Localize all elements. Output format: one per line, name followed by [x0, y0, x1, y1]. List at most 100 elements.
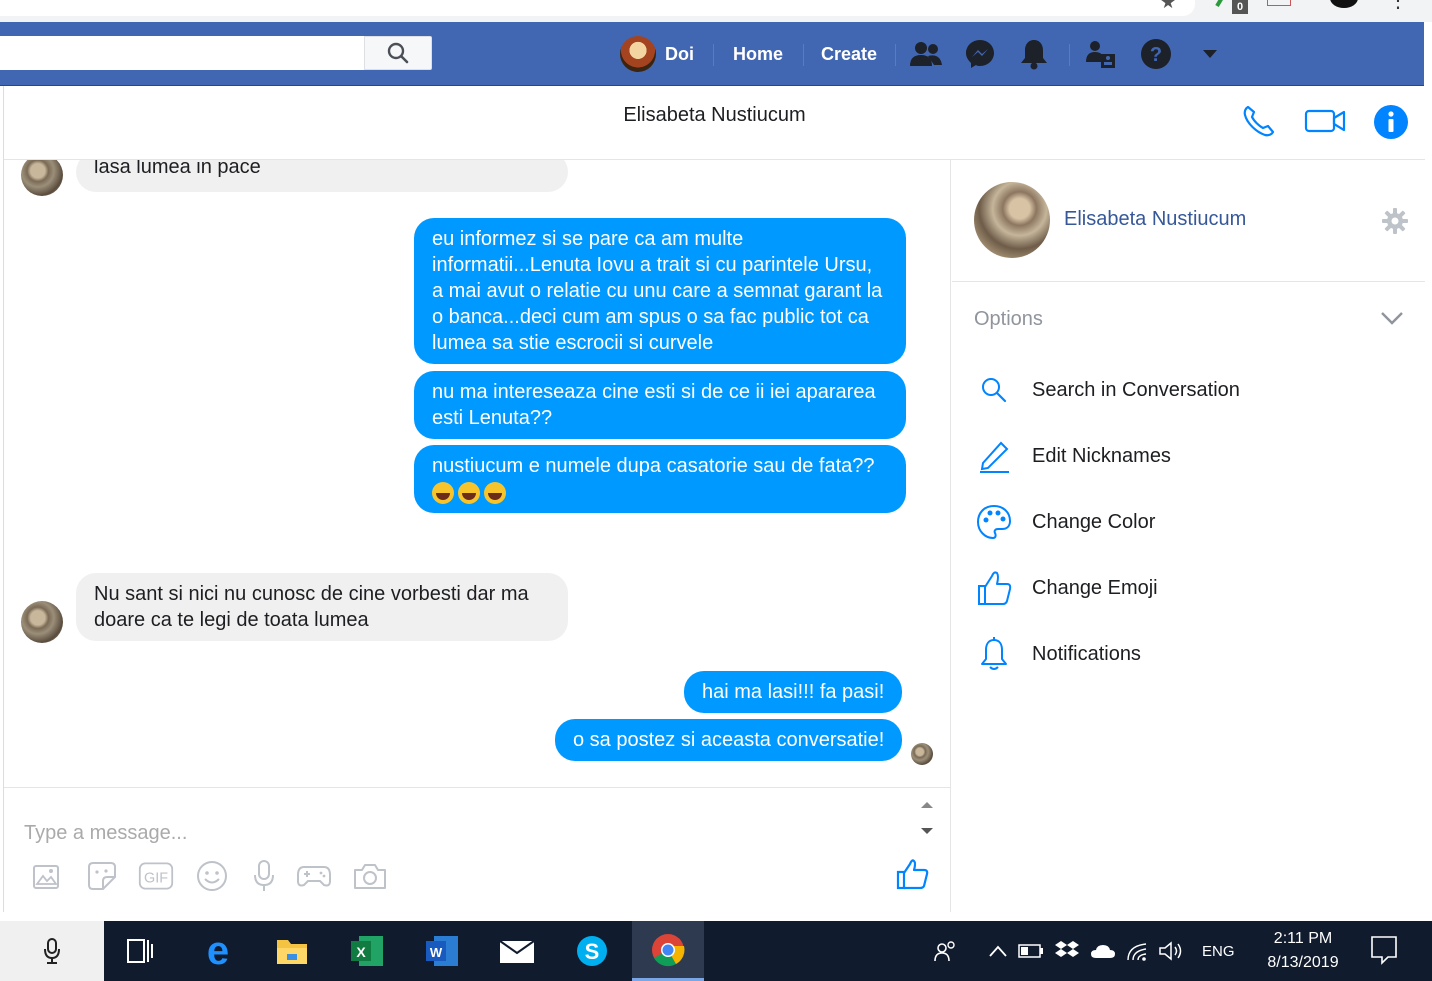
people-icon[interactable]	[934, 939, 958, 963]
message-bubble-incoming: lasa lumea in pace	[76, 160, 568, 192]
option-label: Search in Conversation	[1032, 378, 1240, 401]
bell-icon	[981, 637, 1007, 670]
file-explorer-app[interactable]	[262, 921, 322, 981]
input-language[interactable]: ENG	[1202, 943, 1235, 960]
help-icon[interactable]: ?	[1140, 38, 1172, 70]
message-text: nustiucum e numele dupa casatorie sau de…	[432, 455, 875, 477]
gear-icon[interactable]	[1382, 208, 1408, 234]
svg-text:S: S	[585, 939, 600, 964]
bookmark-star-icon[interactable]: ★	[1160, 0, 1176, 13]
search-icon	[982, 378, 1007, 403]
word-app[interactable]: W	[412, 921, 472, 981]
nav-profile-link[interactable]: Doi	[620, 36, 694, 72]
conversation-header: Elisabeta Nustiucum	[4, 86, 1425, 160]
message-bubble-outgoing: eu informez si se pare ca am multe infor…	[414, 218, 906, 364]
search-button[interactable]	[364, 36, 432, 70]
chrome-app[interactable]	[632, 921, 704, 981]
message-composer: GIF	[4, 787, 951, 912]
composer-scrollbar[interactable]	[916, 794, 938, 842]
nav-profile-name: Doi	[665, 43, 694, 64]
excel-icon: X	[351, 936, 383, 966]
svg-text:?: ?	[1150, 44, 1162, 66]
contact-profile: Elisabeta Nustiucum	[952, 160, 1425, 282]
dropbox-icon[interactable]	[1054, 940, 1080, 962]
svg-text:e: e	[207, 934, 229, 968]
task-view-icon	[127, 939, 153, 963]
browser-menu-icon[interactable]: ⋮	[1388, 0, 1408, 13]
game-controller-icon[interactable]	[296, 858, 332, 894]
microphone-icon[interactable]	[246, 858, 282, 894]
word-icon: W	[426, 936, 458, 966]
photo-icon[interactable]	[28, 858, 64, 894]
messenger-icon[interactable]	[964, 38, 996, 70]
tray-chevron-up-icon[interactable]	[988, 944, 1008, 958]
battery-icon[interactable]	[1018, 943, 1044, 959]
wifi-icon[interactable]	[1126, 940, 1150, 962]
volume-icon[interactable]	[1158, 940, 1184, 962]
skype-app[interactable]: S	[562, 921, 622, 981]
video-call-icon[interactable]	[1304, 104, 1346, 138]
search-input[interactable]	[0, 36, 365, 70]
mail-app[interactable]	[487, 921, 547, 981]
onedrive-cloud-icon[interactable]	[1090, 942, 1116, 960]
clock-date: 8/13/2019	[1267, 954, 1339, 971]
option-change-emoji[interactable]: Change Emoji	[974, 564, 1404, 612]
find-friends-icon[interactable]	[1085, 38, 1117, 70]
svg-text:W: W	[430, 945, 443, 960]
info-icon[interactable]	[1373, 104, 1409, 140]
emoji-icon[interactable]	[194, 858, 230, 894]
create-link[interactable]: Create	[821, 44, 877, 65]
contact-avatar-large[interactable]	[974, 182, 1050, 258]
chevron-down-icon[interactable]	[1380, 310, 1404, 326]
address-bar[interactable]: elisabetanustiucum	[0, 0, 1195, 16]
svg-text:X: X	[356, 944, 366, 960]
option-edit-nicknames[interactable]: Edit Nicknames	[974, 432, 1404, 480]
option-label: Notifications	[1032, 642, 1141, 665]
conversation-details-panel: Elisabeta Nustiucum Options Search in Co…	[952, 160, 1425, 912]
option-notifications[interactable]: Notifications	[974, 630, 1404, 678]
extension-badge: 0	[1232, 0, 1248, 14]
account-menu-chevron-icon[interactable]	[1194, 38, 1226, 70]
microphone-icon	[44, 938, 60, 964]
browser-toolbar: elisabetanustiucum ★ 0 ⋮	[0, 0, 1432, 22]
notifications-bell-icon[interactable]	[1018, 38, 1050, 70]
browser-profile-icon[interactable]	[1330, 0, 1358, 8]
message-bubble-outgoing: nu ma intereseaza cine esti si de ce ii …	[414, 371, 906, 439]
message-bubble-outgoing: nustiucum e numele dupa casatorie sau de…	[414, 445, 906, 513]
cortana-voice-button[interactable]	[0, 921, 104, 981]
like-thumbs-up-icon[interactable]	[894, 856, 930, 892]
palette-icon	[976, 504, 1012, 540]
skype-icon: S	[577, 936, 607, 966]
option-label: Change Emoji	[1032, 576, 1158, 599]
avatar	[620, 36, 656, 72]
message-thread[interactable]: lasa lumea in pace eu informez si se par…	[4, 160, 951, 787]
task-view-button[interactable]	[110, 921, 170, 981]
home-link[interactable]: Home	[733, 44, 783, 65]
laughing-emoji-icon	[484, 481, 506, 504]
contact-avatar[interactable]	[21, 160, 63, 196]
action-center-icon[interactable]	[1370, 935, 1398, 965]
clock[interactable]: 2:11 PM 8/13/2019	[1248, 927, 1358, 975]
laughing-emoji-icon	[458, 481, 480, 504]
options-header[interactable]: Options	[974, 308, 1043, 331]
laughing-emoji-icon	[432, 481, 454, 504]
voice-call-icon[interactable]	[1242, 104, 1276, 138]
contact-name[interactable]: Elisabeta Nustiucum	[1064, 208, 1246, 231]
friend-requests-icon[interactable]	[910, 38, 942, 70]
thumbs-up-icon	[978, 571, 1012, 605]
excel-app[interactable]: X	[337, 921, 397, 981]
option-change-color[interactable]: Change Color	[974, 498, 1404, 546]
sticker-icon[interactable]	[84, 858, 120, 894]
conversation-title: Elisabeta Nustiucum	[623, 104, 806, 126]
camera-icon[interactable]	[352, 858, 388, 894]
seen-avatar	[911, 743, 933, 765]
message-bubble-outgoing: o sa postez si aceasta conversatie!	[555, 719, 903, 761]
gif-icon[interactable]: GIF	[138, 858, 174, 894]
option-search-in-conversation[interactable]: Search in Conversation	[974, 366, 1404, 414]
nav-divider	[713, 44, 714, 66]
contact-avatar[interactable]	[21, 601, 63, 643]
edge-browser-app[interactable]: e	[188, 921, 248, 981]
message-input[interactable]	[22, 818, 902, 848]
nav-divider	[1069, 44, 1070, 66]
extension-icon-2[interactable]	[1267, 0, 1291, 6]
